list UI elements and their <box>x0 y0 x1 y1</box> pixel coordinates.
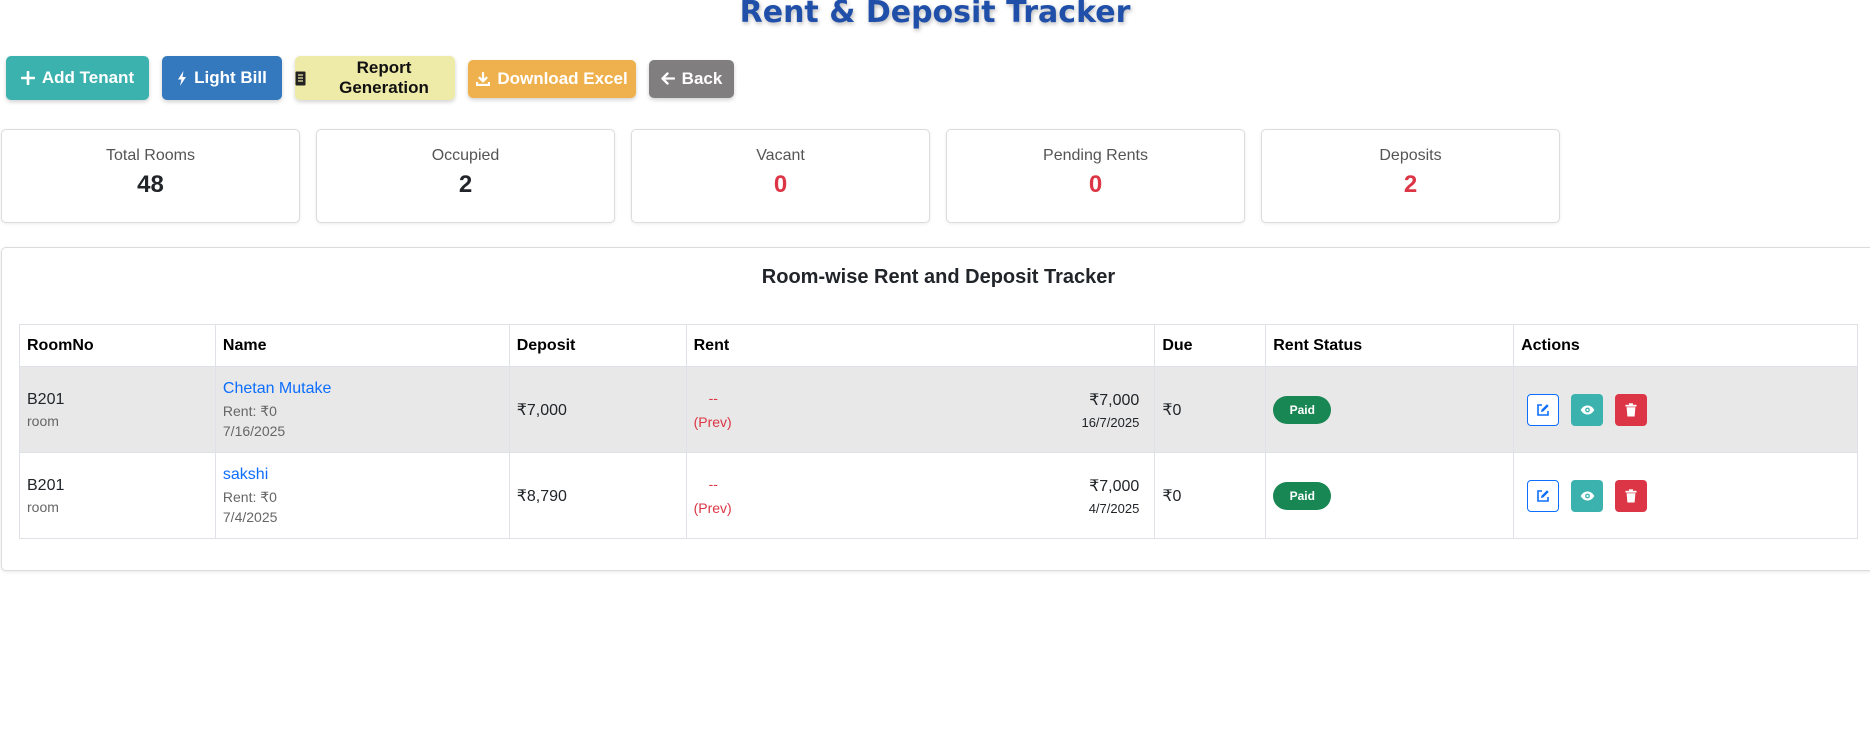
delete-button[interactable] <box>1615 479 1648 512</box>
stat-value: 48 <box>137 171 164 198</box>
column-header-deposit: Deposit <box>508 324 687 367</box>
due-cell: ₹0 <box>1154 366 1267 453</box>
status-badge: Paid <box>1273 481 1332 510</box>
stat-value: 2 <box>1403 171 1418 198</box>
status-cell: Paid <box>1265 452 1515 539</box>
receipt-icon <box>295 71 306 85</box>
room-number: B201 <box>27 476 65 494</box>
room-cell: B201 room <box>19 452 216 539</box>
stat-card-deposits: Deposits 2 <box>1261 129 1560 223</box>
prev-rent-label: (Prev) <box>693 499 732 516</box>
prev-rent-dash: -- <box>708 475 718 492</box>
back-label: Back <box>681 68 723 88</box>
add-tenant-label: Add Tenant <box>41 68 135 87</box>
view-button[interactable] <box>1571 479 1604 512</box>
column-header-name: Name <box>214 324 510 367</box>
table-header-row: RoomNo Name Deposit Rent Due Rent Status… <box>19 324 1858 367</box>
add-tenant-button[interactable]: Add Tenant <box>6 56 149 100</box>
stat-value: 0 <box>773 171 788 198</box>
tenant-rent: Rent: ₹0 <box>222 489 277 505</box>
room-type: room <box>27 412 59 429</box>
light-bill-label: Light Bill <box>194 68 267 87</box>
stats-row: Total Rooms 48 Occupied 2 Vacant 0 Pendi… <box>1 129 1576 223</box>
prev-rent-dash: -- <box>708 389 718 406</box>
tenant-name-link[interactable]: Chetan Mutake <box>223 380 502 398</box>
edit-icon <box>1537 403 1549 416</box>
trash-icon <box>1625 488 1637 502</box>
view-button[interactable] <box>1571 393 1604 426</box>
download-icon <box>476 71 491 86</box>
deposit-cell: ₹8,790 <box>508 452 687 539</box>
edit-button[interactable] <box>1527 479 1560 512</box>
due-cell: ₹0 <box>1154 452 1267 539</box>
status-cell: Paid <box>1265 366 1515 453</box>
tenant-name-link[interactable]: sakshi <box>223 466 502 484</box>
name-cell: sakshi Rent: ₹0 7/4/2025 <box>214 452 510 539</box>
rent-cell: -- (Prev) ₹7,000 16/7/2025 <box>685 366 1156 453</box>
tracker-title: Room-wise Rent and Deposit Tracker <box>761 266 1116 288</box>
toolbar: Add Tenant Light Bill Report Generation … <box>6 56 747 100</box>
name-cell: Chetan Mutake Rent: ₹0 7/16/2025 <box>214 366 510 453</box>
status-badge: Paid <box>1273 395 1332 424</box>
bolt-icon <box>178 70 187 86</box>
plus-icon <box>20 71 35 85</box>
delete-button[interactable] <box>1615 393 1648 426</box>
stat-card-pending-rents: Pending Rents 0 <box>946 129 1245 223</box>
deposit-cell: ₹7,000 <box>508 366 687 453</box>
light-bill-button[interactable]: Light Bill <box>162 56 282 100</box>
eye-icon <box>1580 405 1594 414</box>
column-header-rent: Rent <box>685 324 1156 367</box>
trash-icon <box>1625 402 1637 416</box>
download-excel-button[interactable]: Download Excel <box>468 59 636 98</box>
page-title: Rent & Deposit Tracker <box>739 0 1131 30</box>
download-excel-label: Download Excel <box>497 68 628 88</box>
edit-button[interactable] <box>1527 393 1560 426</box>
actions-cell <box>1513 366 1858 453</box>
stat-card-vacant: Vacant 0 <box>631 129 930 223</box>
actions-cell <box>1513 452 1858 539</box>
column-header-actions: Actions <box>1513 324 1858 367</box>
stat-label: Occupied <box>431 147 500 164</box>
table-row: B201 room Chetan Mutake Rent: ₹0 7/16/20… <box>19 366 1858 453</box>
stat-card-total-rooms: Total Rooms 48 <box>1 129 300 223</box>
rent-cell: -- (Prev) ₹7,000 4/7/2025 <box>685 452 1156 539</box>
stat-value: 0 <box>1088 171 1103 198</box>
tenant-date: 7/16/2025 <box>222 423 286 439</box>
stat-label: Vacant <box>756 147 805 164</box>
tracker-panel: Room-wise Rent and Deposit Tracker RoomN… <box>1 247 1870 571</box>
report-generation-button[interactable]: Report Generation <box>295 56 455 100</box>
tracker-table: RoomNo Name Deposit Rent Due Rent Status… <box>19 324 1858 539</box>
rent-amount: ₹7,000 <box>1089 477 1140 495</box>
edit-icon <box>1537 489 1549 502</box>
arrow-left-icon <box>661 72 675 85</box>
report-generation-label: Report Generation <box>339 58 429 97</box>
room-type: room <box>27 498 59 515</box>
tenant-rent: Rent: ₹0 <box>222 403 277 419</box>
rent-date: 4/7/2025 <box>1088 500 1140 516</box>
room-number: B201 <box>27 390 65 408</box>
stat-value: 2 <box>458 171 473 198</box>
rent-date: 16/7/2025 <box>1081 414 1140 430</box>
column-header-roomno: RoomNo <box>19 324 216 367</box>
stat-card-occupied: Occupied 2 <box>316 129 615 223</box>
eye-icon <box>1580 491 1594 500</box>
stat-label: Total Rooms <box>106 147 195 164</box>
room-cell: B201 room <box>19 366 216 453</box>
back-button[interactable]: Back <box>649 59 734 98</box>
prev-rent-label: (Prev) <box>693 413 732 430</box>
stat-label: Deposits <box>1379 147 1442 164</box>
table-row: B201 room sakshi Rent: ₹0 7/4/2025 ₹8,79… <box>19 452 1858 539</box>
rent-amount: ₹7,000 <box>1089 391 1140 409</box>
column-header-due: Due <box>1154 324 1267 367</box>
stat-label: Pending Rents <box>1043 147 1148 164</box>
column-header-rent-status: Rent Status <box>1265 324 1515 367</box>
tenant-date: 7/4/2025 <box>222 509 278 525</box>
